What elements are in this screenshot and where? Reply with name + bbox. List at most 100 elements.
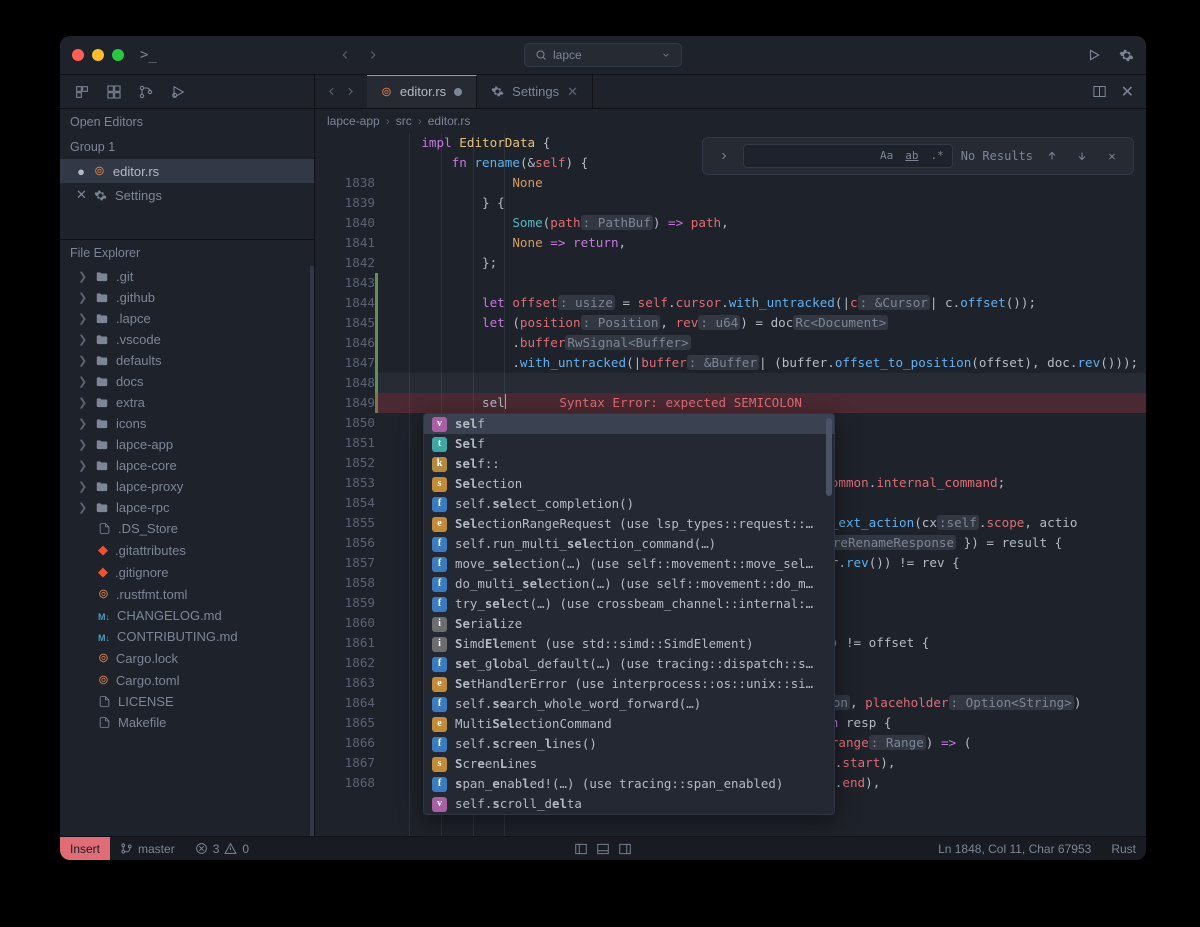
completion-item[interactable]: fset_global_default(…) (use tracing::dis…: [424, 654, 834, 674]
file-tree-item[interactable]: M↓CONTRIBUTING.md: [60, 626, 310, 647]
find-regex-toggle[interactable]: .*: [931, 146, 944, 166]
file-tree-item[interactable]: ⊚Cargo.lock: [60, 647, 310, 669]
completion-item[interactable]: iSerialize: [424, 614, 834, 634]
file-tree-item[interactable]: ◆.gitattributes: [60, 539, 310, 561]
breadcrumb-segment[interactable]: src: [396, 114, 412, 128]
file-tree-item[interactable]: ❯extra: [60, 392, 310, 413]
cursor-position[interactable]: Ln 1848, Col 11, Char 67953: [928, 842, 1101, 856]
rust-icon: ⊚: [94, 163, 105, 179]
code-editor[interactable]: impl EditorData { fn rename(&self) { 183…: [315, 133, 1146, 836]
breadcrumb-segment[interactable]: editor.rs: [428, 114, 471, 128]
file-tree-item[interactable]: ❯docs: [60, 371, 310, 392]
completion-item[interactable]: eMultiSelectionCommand: [424, 714, 834, 734]
file-tree-item[interactable]: Makefile: [60, 712, 310, 733]
find-word-toggle[interactable]: ab: [905, 146, 918, 166]
file-tree-item[interactable]: ❯.github: [60, 287, 310, 308]
tab-prev-button[interactable]: [325, 85, 338, 98]
file-tree[interactable]: ❯.git❯.github❯.lapce❯.vscode❯defaults❯do…: [60, 266, 314, 836]
file-kind-icon: [95, 501, 109, 515]
completion-label: set_global_default(…) (use tracing::disp…: [455, 654, 813, 674]
find-prev-button[interactable]: [1041, 145, 1063, 167]
open-editor-item[interactable]: ● ⊚ editor.rs: [60, 159, 314, 183]
nav-forward-button[interactable]: [360, 43, 386, 67]
find-next-button[interactable]: [1071, 145, 1093, 167]
completion-item[interactable]: fself.screen_lines(): [424, 734, 834, 754]
close-icon[interactable]: ✕: [76, 187, 86, 203]
completion-item[interactable]: fself.run_multi_selection_command(…): [424, 534, 834, 554]
completion-item[interactable]: iSimdElement (use std::simd::SimdElement…: [424, 634, 834, 654]
explorer-activity-icon[interactable]: [74, 84, 90, 100]
debug-activity-icon[interactable]: [170, 84, 186, 100]
completion-kind-icon: f: [432, 737, 447, 752]
file-tree-item[interactable]: ❯icons: [60, 413, 310, 434]
problems-indicator[interactable]: 3 0: [185, 842, 259, 856]
chevron-right-icon: ❯: [78, 312, 88, 325]
split-editor-button[interactable]: [1092, 84, 1107, 99]
minimize-window-button[interactable]: [92, 49, 104, 61]
completion-item[interactable]: tSelf: [424, 434, 834, 454]
error-count: 3: [213, 842, 220, 856]
file-tree-item[interactable]: .DS_Store: [60, 518, 310, 539]
file-tree-item[interactable]: ❯.vscode: [60, 329, 310, 350]
tab-next-button[interactable]: [344, 85, 357, 98]
close-window-button[interactable]: [72, 49, 84, 61]
breadcrumb[interactable]: lapce-app › src › editor.rs: [315, 109, 1146, 133]
nav-back-button[interactable]: [332, 43, 358, 67]
window-controls: [72, 49, 124, 61]
close-tab-button[interactable]: ✕: [567, 84, 578, 100]
panel-layout-button-3[interactable]: [618, 842, 632, 856]
file-tree-item[interactable]: ❯lapce-core: [60, 455, 310, 476]
breadcrumb-segment[interactable]: lapce-app: [327, 114, 380, 128]
completion-kind-icon: v: [432, 417, 447, 432]
completion-item[interactable]: eSelectionRangeRequest (use lsp_types::r…: [424, 514, 834, 534]
file-tree-item[interactable]: ❯lapce-app: [60, 434, 310, 455]
file-tree-item[interactable]: ❯lapce-rpc: [60, 497, 310, 518]
find-close-button[interactable]: ✕: [1101, 145, 1123, 167]
extensions-activity-icon[interactable]: [106, 84, 122, 100]
completion-item[interactable]: fspan_enabled!(…) (use tracing::span_ena…: [424, 774, 834, 794]
completion-item[interactable]: vself: [424, 414, 834, 434]
scm-activity-icon[interactable]: [138, 84, 154, 100]
close-editor-button[interactable]: ✕: [1121, 82, 1134, 102]
tab-editor-rs[interactable]: ⊚ editor.rs: [367, 75, 477, 108]
find-case-toggle[interactable]: Aa: [880, 146, 893, 166]
completion-item[interactable]: eSetHandlerError (use interprocess::os::…: [424, 674, 834, 694]
open-editor-label: Settings: [115, 188, 162, 203]
file-kind-icon: ⊚: [98, 586, 109, 602]
file-tree-item[interactable]: LICENSE: [60, 691, 310, 712]
file-tree-item[interactable]: ❯defaults: [60, 350, 310, 371]
tab-settings[interactable]: Settings ✕: [477, 75, 593, 108]
settings-button[interactable]: [1119, 48, 1134, 63]
completion-item[interactable]: sSelection: [424, 474, 834, 494]
zoom-window-button[interactable]: [112, 49, 124, 61]
completion-item[interactable]: fdo_multi_selection(…) (use self::moveme…: [424, 574, 834, 594]
command-palette[interactable]: lapce: [524, 43, 682, 67]
completion-item[interactable]: fself.search_whole_word_forward(…): [424, 694, 834, 714]
panel-layout-button-1[interactable]: [574, 842, 588, 856]
chevron-right-icon: ❯: [78, 438, 88, 451]
line-gutter: 1838183918401841184218431844184518461847…: [315, 173, 387, 793]
completion-item[interactable]: fself.select_completion(): [424, 494, 834, 514]
open-editor-item[interactable]: ✕ Settings: [60, 183, 314, 207]
file-tree-item[interactable]: ◆.gitignore: [60, 561, 310, 583]
completion-item[interactable]: sScreenLines: [424, 754, 834, 774]
completion-item[interactable]: ftry_select(…) (use crossbeam_channel::i…: [424, 594, 834, 614]
run-button[interactable]: [1087, 48, 1101, 62]
find-input[interactable]: Aa ab .*: [743, 144, 953, 168]
file-tree-item[interactable]: ❯lapce-proxy: [60, 476, 310, 497]
completion-popup[interactable]: vselftSelfkself::sSelectionfself.select_…: [423, 413, 835, 815]
completion-label: self.search_whole_word_forward(…): [455, 694, 701, 714]
file-tree-item[interactable]: ⊚Cargo.toml: [60, 669, 310, 691]
file-tree-item[interactable]: M↓CHANGELOG.md: [60, 605, 310, 626]
git-branch-indicator[interactable]: master: [110, 842, 185, 856]
completion-item[interactable]: fmove_selection(…) (use self::movement::…: [424, 554, 834, 574]
completion-item[interactable]: kself::: [424, 454, 834, 474]
file-tree-item[interactable]: ⊚.rustfmt.toml: [60, 583, 310, 605]
panel-layout-button-2[interactable]: [596, 842, 610, 856]
file-tree-item[interactable]: ❯.lapce: [60, 308, 310, 329]
language-mode[interactable]: Rust: [1101, 842, 1146, 856]
completion-scrollbar[interactable]: [826, 418, 832, 496]
find-expand-button[interactable]: [713, 145, 735, 167]
file-tree-item[interactable]: ❯.git: [60, 266, 310, 287]
completion-item[interactable]: vself.scroll_delta: [424, 794, 834, 814]
